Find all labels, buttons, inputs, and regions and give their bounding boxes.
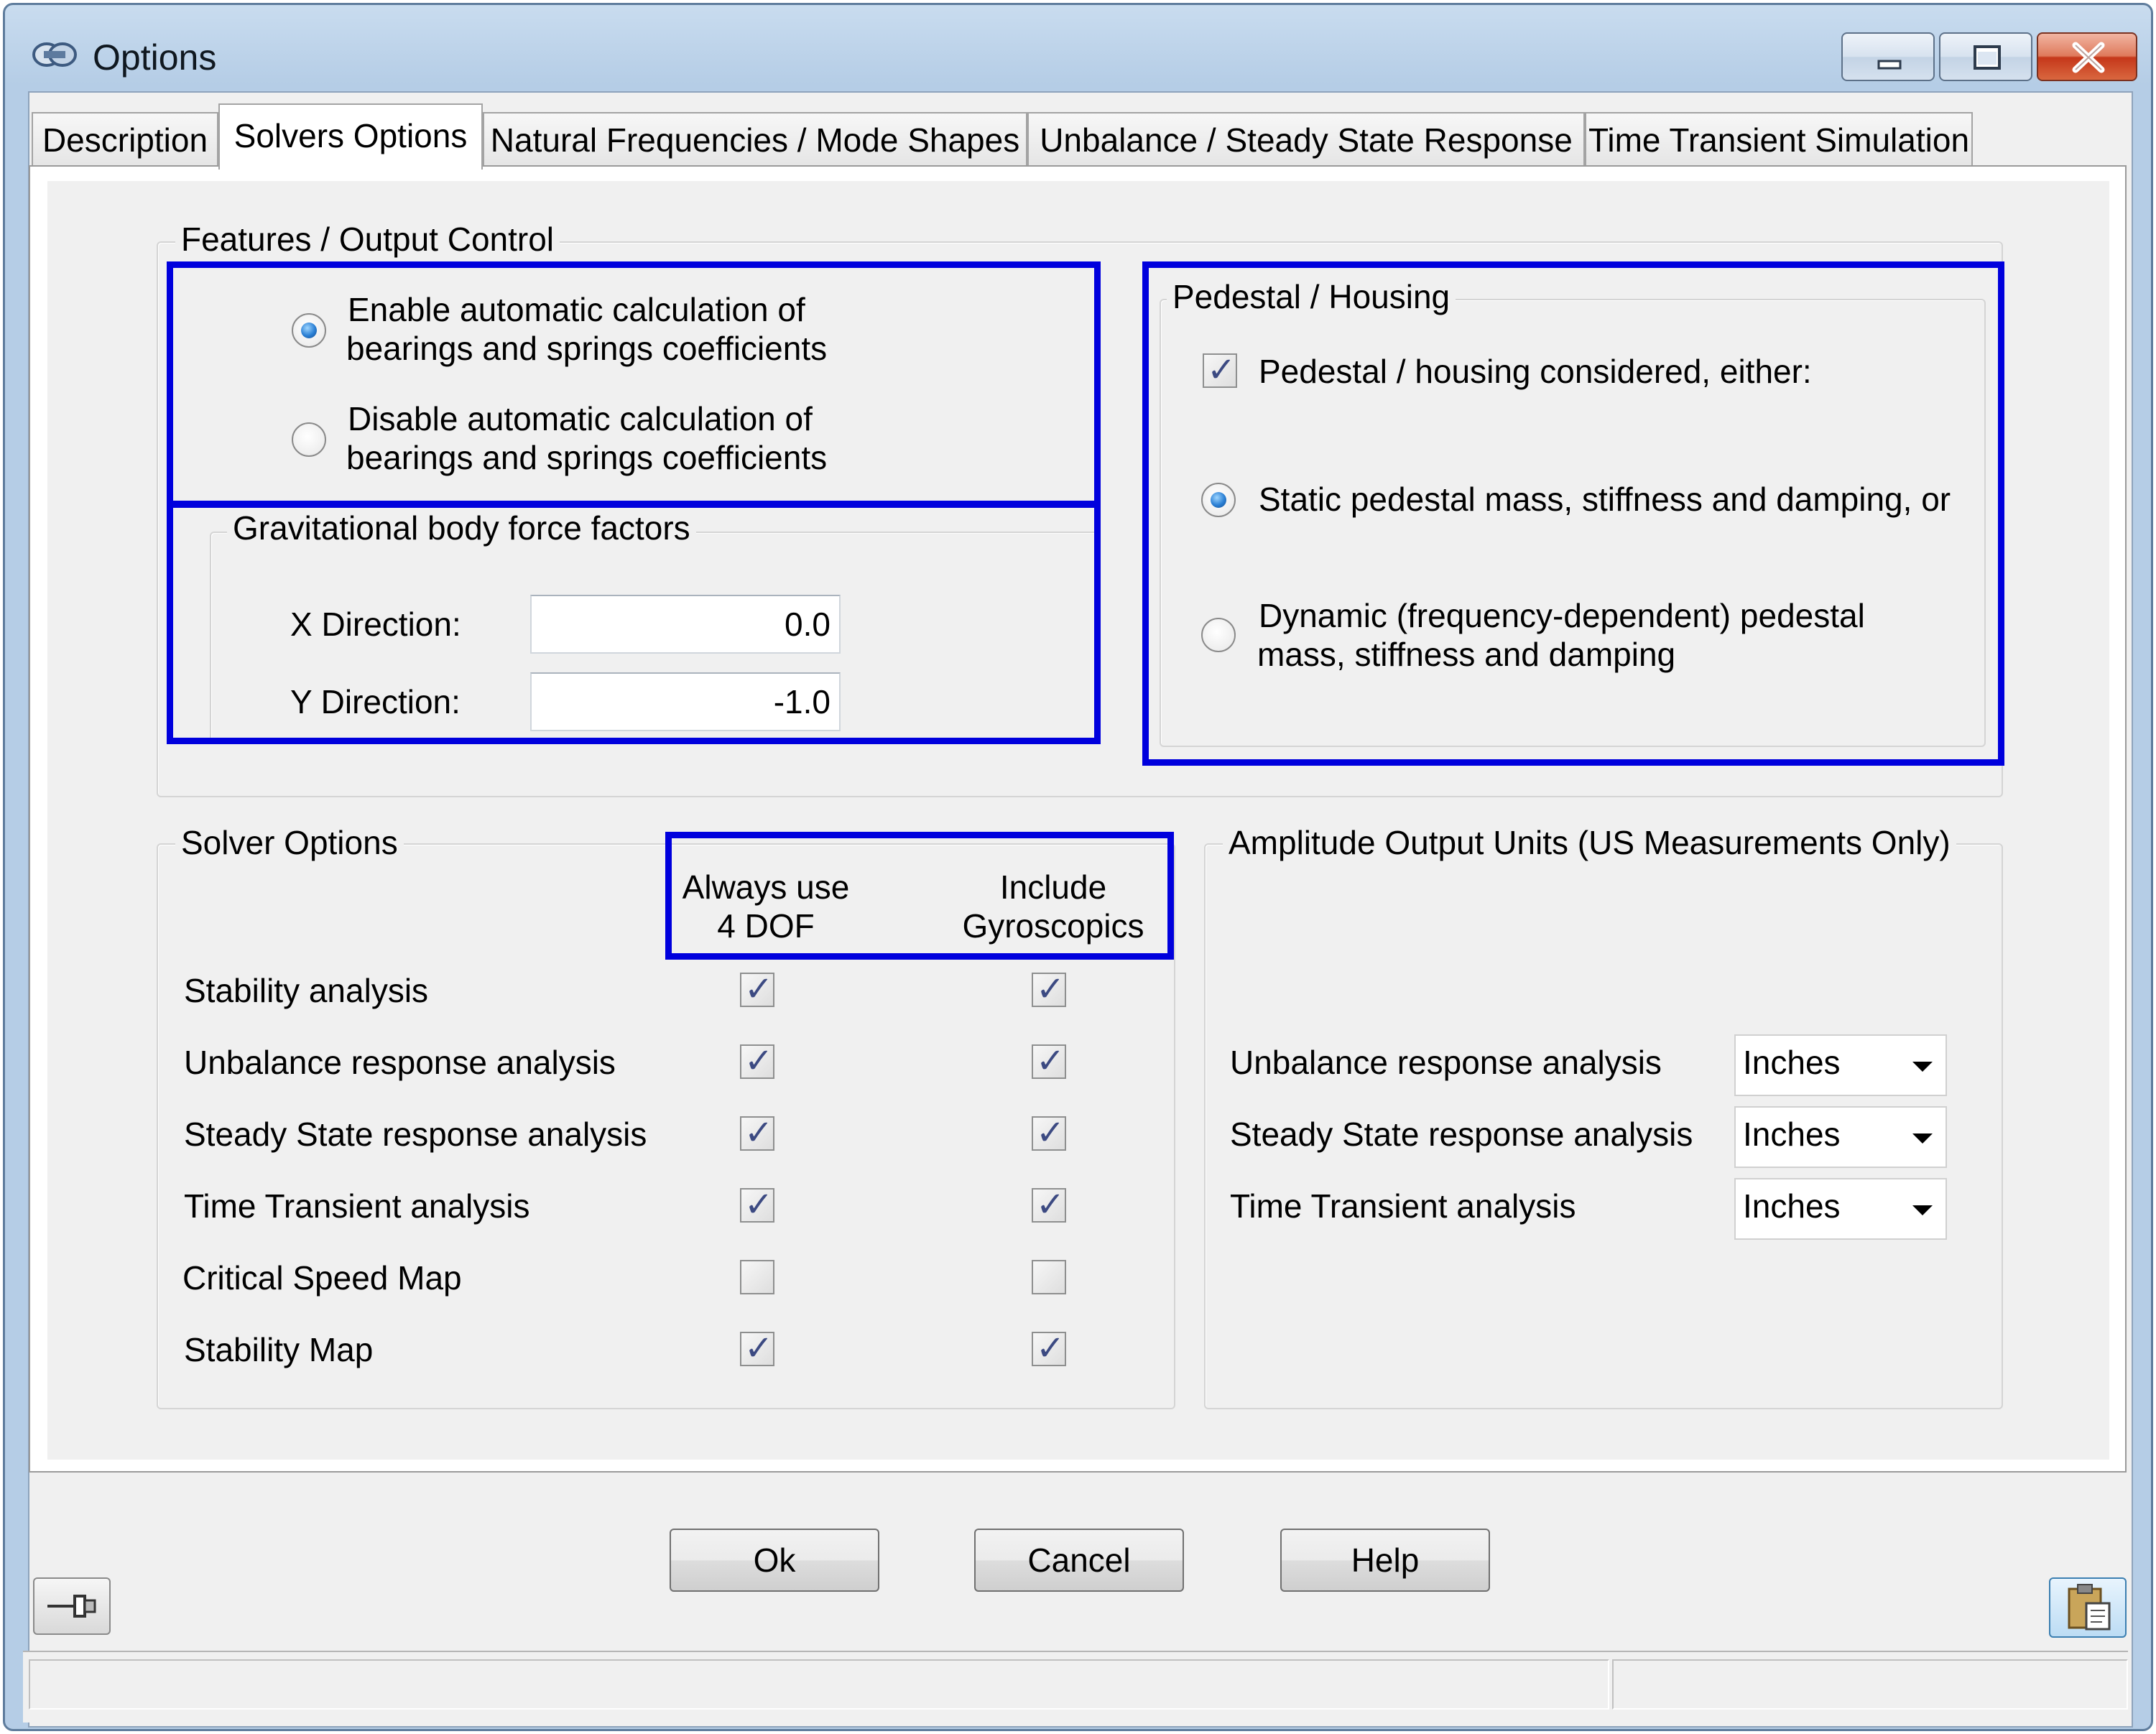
amplitude-row-label: Unbalance response analysis [1230, 1044, 1662, 1081]
dynamic-pedestal-label-line2: mass, stiffness and damping [1257, 636, 1676, 673]
unbalance-units-value: Inches [1743, 1044, 1841, 1081]
critical-speed-map-gyro-checkbox[interactable] [1032, 1260, 1066, 1294]
enable-auto-calc-radio[interactable] [292, 313, 326, 348]
y-direction-label: Y Direction: [290, 683, 461, 720]
features-group-title: Features / Output Control [175, 220, 560, 259]
gyroscopics-header-line1: Include [999, 868, 1107, 906]
amplitude-units-title: Amplitude Output Units (US Measurements … [1223, 823, 1956, 862]
tab-time-transient[interactable]: Time Transient Simulation [1585, 112, 1973, 167]
clipboard-icon [2068, 1584, 2111, 1631]
maximize-icon [1974, 45, 2001, 70]
tab-unbalance-steady-state[interactable]: Unbalance / Steady State Response [1027, 112, 1585, 167]
time-transient-gyro-checkbox[interactable] [1032, 1185, 1066, 1225]
minimize-icon [1877, 60, 1902, 70]
window-title: Options [93, 37, 217, 78]
amplitude-row-label: Steady State response analysis [1230, 1116, 1693, 1153]
maximize-button[interactable] [1939, 32, 2032, 81]
time-transient-dof4-checkbox[interactable] [740, 1185, 774, 1225]
x-direction-label: X Direction: [290, 606, 461, 643]
stability-map-dof4-checkbox[interactable] [740, 1329, 774, 1369]
time-transient-units-select[interactable]: Inches [1734, 1178, 1947, 1240]
stability-analysis-gyro-checkbox[interactable] [1032, 970, 1066, 1010]
disable-auto-calc-label-line1: Disable automatic calculation of [348, 400, 813, 437]
title-bar[interactable]: Options [5, 5, 2151, 91]
status-pane-secondary [1612, 1659, 2128, 1710]
gyroscopics-header-line2: Gyroscopics [962, 907, 1144, 945]
steady-state-units-select[interactable]: Inches [1734, 1106, 1947, 1168]
pedestal-considered-label: Pedestal / housing considered, either: [1259, 353, 1812, 390]
tab-description[interactable]: Description [32, 112, 218, 167]
chevron-down-icon [1912, 1133, 1933, 1144]
cancel-button[interactable]: Cancel [974, 1529, 1184, 1592]
solver-row-label: Critical Speed Map [182, 1259, 462, 1297]
y-direction-input[interactable] [530, 672, 841, 731]
dynamic-pedestal-label-line1: Dynamic (frequency-dependent) pedestal [1259, 597, 1865, 634]
options-gears-icon [32, 42, 77, 67]
pin-button[interactable] [33, 1577, 111, 1635]
clipboard-button[interactable] [2049, 1577, 2127, 1638]
solver-row-label: Stability analysis [184, 972, 429, 1009]
critical-speed-map-dof4-checkbox[interactable] [740, 1260, 774, 1294]
solver-row-label: Steady State response analysis [184, 1116, 647, 1153]
solver-options-title: Solver Options [175, 823, 404, 862]
amplitude-row-label: Time Transient analysis [1230, 1187, 1576, 1225]
solver-row-label: Time Transient analysis [184, 1187, 530, 1225]
static-pedestal-label: Static pedestal mass, stiffness and damp… [1259, 481, 1951, 518]
stability-map-gyro-checkbox[interactable] [1032, 1329, 1066, 1369]
time-transient-units-value: Inches [1743, 1187, 1841, 1225]
steady-state-gyro-checkbox[interactable] [1032, 1113, 1066, 1154]
disable-auto-calc-radio[interactable] [292, 422, 326, 457]
dof4-header-line1: Always use [682, 868, 850, 906]
pin-icon [47, 1595, 96, 1618]
tab-solvers-options[interactable]: Solvers Options [218, 103, 483, 170]
solver-row-label: Stability Map [184, 1331, 374, 1368]
enable-auto-calc-label-line2: bearings and springs coefficients [346, 330, 828, 367]
dynamic-pedestal-radio[interactable] [1201, 618, 1236, 652]
minimize-button[interactable] [1841, 32, 1935, 81]
close-button[interactable] [2037, 32, 2137, 81]
steady-state-dof4-checkbox[interactable] [740, 1113, 774, 1154]
enable-auto-calc-label-line1: Enable automatic calculation of [348, 291, 805, 328]
ok-button[interactable]: Ok [670, 1529, 879, 1592]
status-pane-main [29, 1659, 1609, 1710]
tab-natural-frequencies[interactable]: Natural Frequencies / Mode Shapes [483, 112, 1027, 167]
stability-analysis-dof4-checkbox[interactable] [740, 970, 774, 1010]
static-pedestal-radio[interactable] [1201, 483, 1236, 517]
chevron-down-icon [1912, 1062, 1933, 1072]
close-icon [2072, 42, 2105, 73]
steady-state-units-value: Inches [1743, 1116, 1841, 1153]
unbalance-units-select[interactable]: Inches [1734, 1034, 1947, 1096]
x-direction-input[interactable] [530, 595, 841, 654]
disable-auto-calc-label-line2: bearings and springs coefficients [346, 439, 828, 476]
unbalance-response-dof4-checkbox[interactable] [740, 1042, 774, 1082]
pedestal-considered-checkbox[interactable] [1203, 351, 1237, 391]
help-button[interactable]: Help [1280, 1529, 1490, 1592]
unbalance-response-gyro-checkbox[interactable] [1032, 1042, 1066, 1082]
solver-row-label: Unbalance response analysis [184, 1044, 616, 1081]
pedestal-group-title: Pedestal / Housing [1167, 277, 1456, 316]
chevron-down-icon [1912, 1205, 1933, 1215]
dof4-header-line2: 4 DOF [717, 907, 815, 945]
gravitational-group-title: Gravitational body force factors [227, 509, 696, 547]
